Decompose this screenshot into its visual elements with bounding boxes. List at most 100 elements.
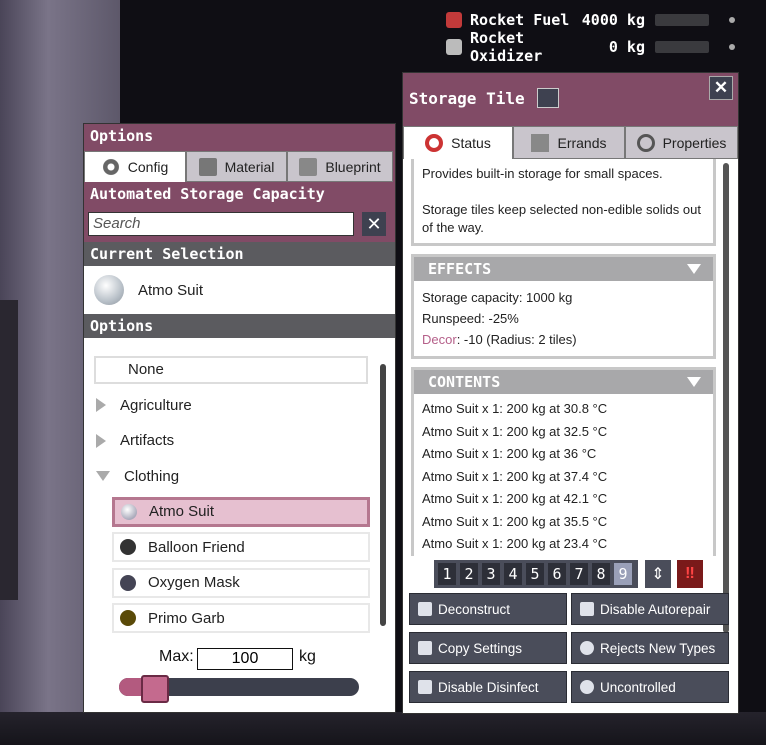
priority-8-button[interactable]: 8: [592, 563, 610, 585]
priority-9-button[interactable]: 9: [614, 563, 632, 585]
effect-decor: Decor: -10 (Radius: 2 tiles): [422, 329, 705, 350]
priority-6-button[interactable]: 6: [548, 563, 566, 585]
content-item[interactable]: Atmo Suit x 1: 200 kg at 23.4 °C: [414, 533, 713, 556]
button-label: Uncontrolled: [600, 679, 676, 695]
max-unit: kg: [299, 648, 316, 665]
item-primo-garb[interactable]: Primo Garb: [112, 603, 370, 634]
decor-link[interactable]: Decor: [422, 332, 457, 347]
tab-material[interactable]: Material: [186, 151, 287, 182]
content-item[interactable]: Atmo Suit x 1: 200 kg at 42.1 °C: [414, 488, 713, 511]
priority-3-button[interactable]: 3: [482, 563, 500, 585]
expand-arrow-icon[interactable]: [96, 398, 106, 413]
reject-icon: [580, 641, 594, 655]
close-panel-button[interactable]: ✕: [709, 76, 733, 100]
button-label: Rejects New Types: [600, 640, 716, 656]
uncontrolled-button[interactable]: Uncontrolled: [571, 671, 729, 703]
max-label: Max:: [159, 648, 194, 665]
tab-blueprint[interactable]: Blueprint: [287, 151, 393, 182]
item-balloon-friend[interactable]: Balloon Friend: [112, 532, 370, 563]
tab-config[interactable]: Config: [84, 151, 186, 182]
list-item[interactable]: Oxygen Mask: [88, 565, 379, 601]
none-option[interactable]: None: [94, 355, 368, 384]
effects-header[interactable]: EFFECTS: [414, 257, 713, 281]
disable-autorepair-button[interactable]: Disable Autorepair: [571, 593, 729, 625]
pin-dot-icon[interactable]: [729, 17, 735, 23]
category-label: Clothing: [124, 467, 180, 485]
section-title: Automated Storage Capacity: [84, 182, 395, 206]
priority-7-button[interactable]: 7: [570, 563, 588, 585]
content-item[interactable]: Atmo Suit x 1: 200 kg at 30.8 °C: [414, 398, 713, 421]
resource-bar: [655, 41, 709, 53]
list-item[interactable]: Atmo Suit: [88, 494, 379, 530]
balloon-friend-icon: [120, 539, 136, 556]
search-input[interactable]: Search: [88, 212, 354, 236]
options-tabs: Config Material Blueprint: [84, 148, 395, 182]
resource-value: 4000 kg: [581, 11, 645, 29]
slider-handle[interactable]: [141, 675, 169, 703]
spray-icon: [418, 680, 432, 694]
contents-box: CONTENTS Atmo Suit x 1: 200 kg at 30.8 °…: [411, 367, 716, 556]
collapse-arrow-icon[interactable]: [687, 264, 701, 274]
current-selection-header: Current Selection: [84, 242, 395, 266]
errands-icon: [531, 133, 550, 152]
clear-search-button[interactable]: ✕: [362, 212, 386, 236]
tab-label: Config: [127, 159, 169, 175]
list-item[interactable]: Balloon Friend: [88, 530, 379, 566]
tab-status[interactable]: Status: [403, 126, 513, 159]
item-oxygen-mask[interactable]: Oxygen Mask: [112, 567, 370, 598]
collapse-arrow-icon[interactable]: [96, 471, 110, 482]
category-label: Agriculture: [120, 396, 192, 414]
item-label: Primo Garb: [148, 609, 225, 627]
category-artifacts[interactable]: Artifacts: [88, 423, 379, 459]
content-item[interactable]: Atmo Suit x 1: 200 kg at 35.5 °C: [414, 511, 713, 534]
codex-book-icon[interactable]: [536, 88, 559, 108]
item-atmo-suit[interactable]: Atmo Suit: [112, 496, 370, 527]
max-capacity-input[interactable]: 100: [197, 648, 293, 670]
priority-up-button[interactable]: ⇕: [645, 560, 671, 588]
list-item[interactable]: None: [88, 352, 379, 388]
storage-tile-header: Storage Tile: [403, 73, 738, 123]
expand-arrow-icon[interactable]: [96, 433, 106, 448]
content-item[interactable]: Atmo Suit x 1: 200 kg at 32.5 °C: [414, 421, 713, 444]
description-line: Provides built-in storage for small spac…: [422, 166, 663, 181]
tab-label: Errands: [557, 134, 607, 151]
list-item[interactable]: Primo Garb: [88, 601, 379, 635]
options-title: Options: [84, 124, 395, 148]
content-item[interactable]: Atmo Suit x 1: 200 kg at 36 °C: [414, 443, 713, 466]
tab-errands[interactable]: Errands: [513, 126, 625, 159]
hand-icon: [580, 680, 594, 694]
copy-settings-button[interactable]: Copy Settings: [409, 632, 567, 664]
disable-disinfect-button[interactable]: Disable Disinfect: [409, 671, 567, 703]
category-agriculture[interactable]: Agriculture: [88, 388, 379, 424]
rocket-oxidizer-icon: [446, 39, 462, 55]
list-scrollbar[interactable]: [380, 364, 386, 626]
contents-list: Atmo Suit x 1: 200 kg at 30.8 °C Atmo Su…: [414, 394, 713, 556]
resource-value: 0 kg: [608, 38, 645, 56]
capacity-slider[interactable]: [119, 675, 359, 703]
collapse-arrow-icon[interactable]: [687, 377, 701, 387]
close-icon: ✕: [366, 213, 382, 234]
category-clothing[interactable]: Clothing: [88, 459, 379, 495]
deconstruct-button[interactable]: Deconstruct: [409, 593, 567, 625]
priority-1-button[interactable]: 1: [438, 563, 456, 585]
search-row: Search ✕: [84, 206, 395, 242]
storage-tabs: Status Errands Properties: [403, 123, 738, 159]
effect-capacity: Storage capacity: 1000 kg: [422, 290, 573, 305]
pin-dot-icon[interactable]: [729, 44, 735, 50]
priority-4-button[interactable]: 4: [504, 563, 522, 585]
effects-box: EFFECTS Storage capacity: 1000 kg Runspe…: [411, 254, 716, 359]
resource-rocket-oxidizer[interactable]: Rocket Oxidizer 0 kg: [446, 29, 735, 65]
tab-label: Material: [224, 158, 275, 175]
contents-header[interactable]: CONTENTS: [414, 370, 713, 394]
contents-title: CONTENTS: [428, 373, 501, 391]
emergency-priority-button[interactable]: ‼: [677, 560, 703, 588]
content-item[interactable]: Atmo Suit x 1: 200 kg at 37.4 °C: [414, 466, 713, 489]
status-scrollbar[interactable]: [723, 163, 729, 633]
rejects-new-types-button[interactable]: Rejects New Types: [571, 632, 729, 664]
priority-2-button[interactable]: 2: [460, 563, 478, 585]
priority-5-button[interactable]: 5: [526, 563, 544, 585]
bottom-toolbar-strip: [0, 712, 766, 745]
item-label: Oxygen Mask: [148, 574, 240, 592]
button-label: Disable Disinfect: [438, 679, 539, 695]
tab-properties[interactable]: Properties: [625, 126, 738, 159]
